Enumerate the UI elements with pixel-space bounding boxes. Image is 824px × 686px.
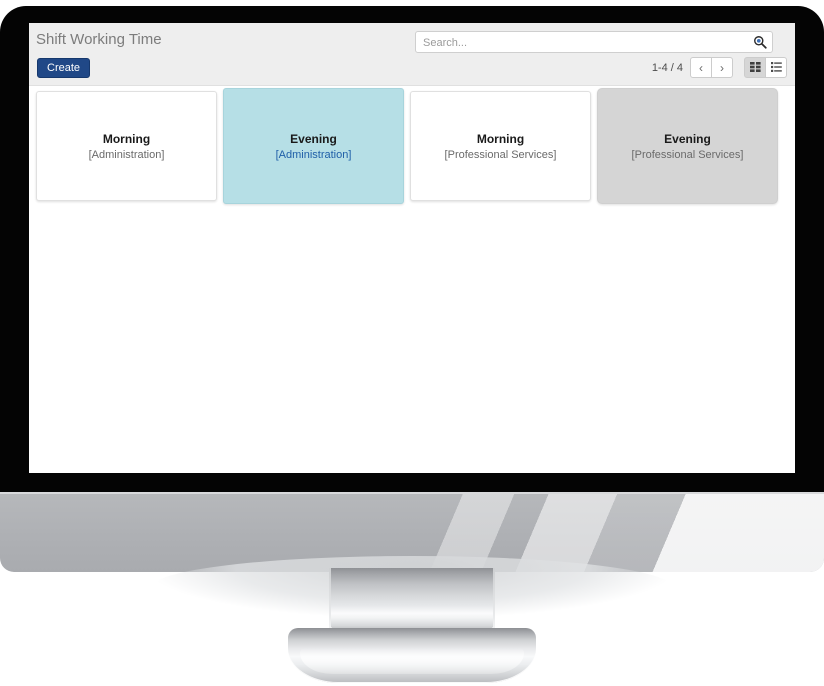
control-panel-bottom-row: Create 1-4 / 4 ‹ ›: [29, 57, 795, 85]
odoo-application: Shift Working Time Create: [29, 23, 795, 473]
search-view[interactable]: [415, 31, 773, 54]
desktop-monitor: Shift Working Time Create: [0, 0, 824, 686]
kanban-card-title: Evening: [290, 131, 337, 146]
breadcrumb[interactable]: Shift Working Time: [36, 31, 162, 48]
create-button[interactable]: Create: [37, 58, 91, 78]
pager-count: 1-4 / 4: [651, 61, 683, 74]
control-panel: Shift Working Time Create: [29, 23, 795, 86]
kanban-card-title: Morning: [476, 131, 525, 146]
kanban-card-subtitle: [Administration]: [88, 148, 165, 161]
monitor-stand-foot-sheen: [300, 648, 524, 674]
control-panel-top-row: Shift Working Time: [29, 23, 795, 57]
list-icon: [770, 61, 782, 75]
kanban-card-title: Morning: [102, 131, 151, 146]
monitor-screen: Shift Working Time Create: [29, 23, 795, 473]
kanban-row: Morning [Administration] Evening [Admini…: [29, 88, 795, 204]
kanban-card-1[interactable]: Evening [Administration]: [223, 88, 404, 204]
search-input[interactable]: [421, 32, 745, 54]
view-kanban-button[interactable]: [744, 57, 766, 78]
view-switcher: [744, 57, 787, 78]
kanban-card-subtitle: [Professional Services]: [631, 148, 744, 161]
pager-zone: 1-4 / 4 ‹ ›: [652, 57, 787, 78]
monitor-stand-neck-left-edge: [329, 568, 331, 634]
pager-previous-button[interactable]: ‹: [690, 57, 712, 78]
pager-buttons: ‹ ›: [690, 57, 733, 78]
search-icon[interactable]: [753, 35, 767, 49]
kanban-view: Morning [Administration] Evening [Admini…: [29, 86, 795, 473]
kanban-card-subtitle: [Professional Services]: [444, 148, 557, 161]
kanban-card-0[interactable]: Morning [Administration]: [36, 91, 217, 201]
view-list-button[interactable]: [765, 57, 787, 78]
pager-next-button[interactable]: ›: [711, 57, 733, 78]
kanban-card-3[interactable]: Evening [Professional Services]: [597, 88, 778, 204]
monitor-stand-neck-right-edge: [493, 568, 495, 634]
kanban-grid-icon: [749, 61, 761, 75]
kanban-card-title: Evening: [664, 131, 711, 146]
kanban-card-2[interactable]: Morning [Professional Services]: [410, 91, 591, 201]
kanban-card-subtitle: [Administration]: [275, 148, 352, 161]
